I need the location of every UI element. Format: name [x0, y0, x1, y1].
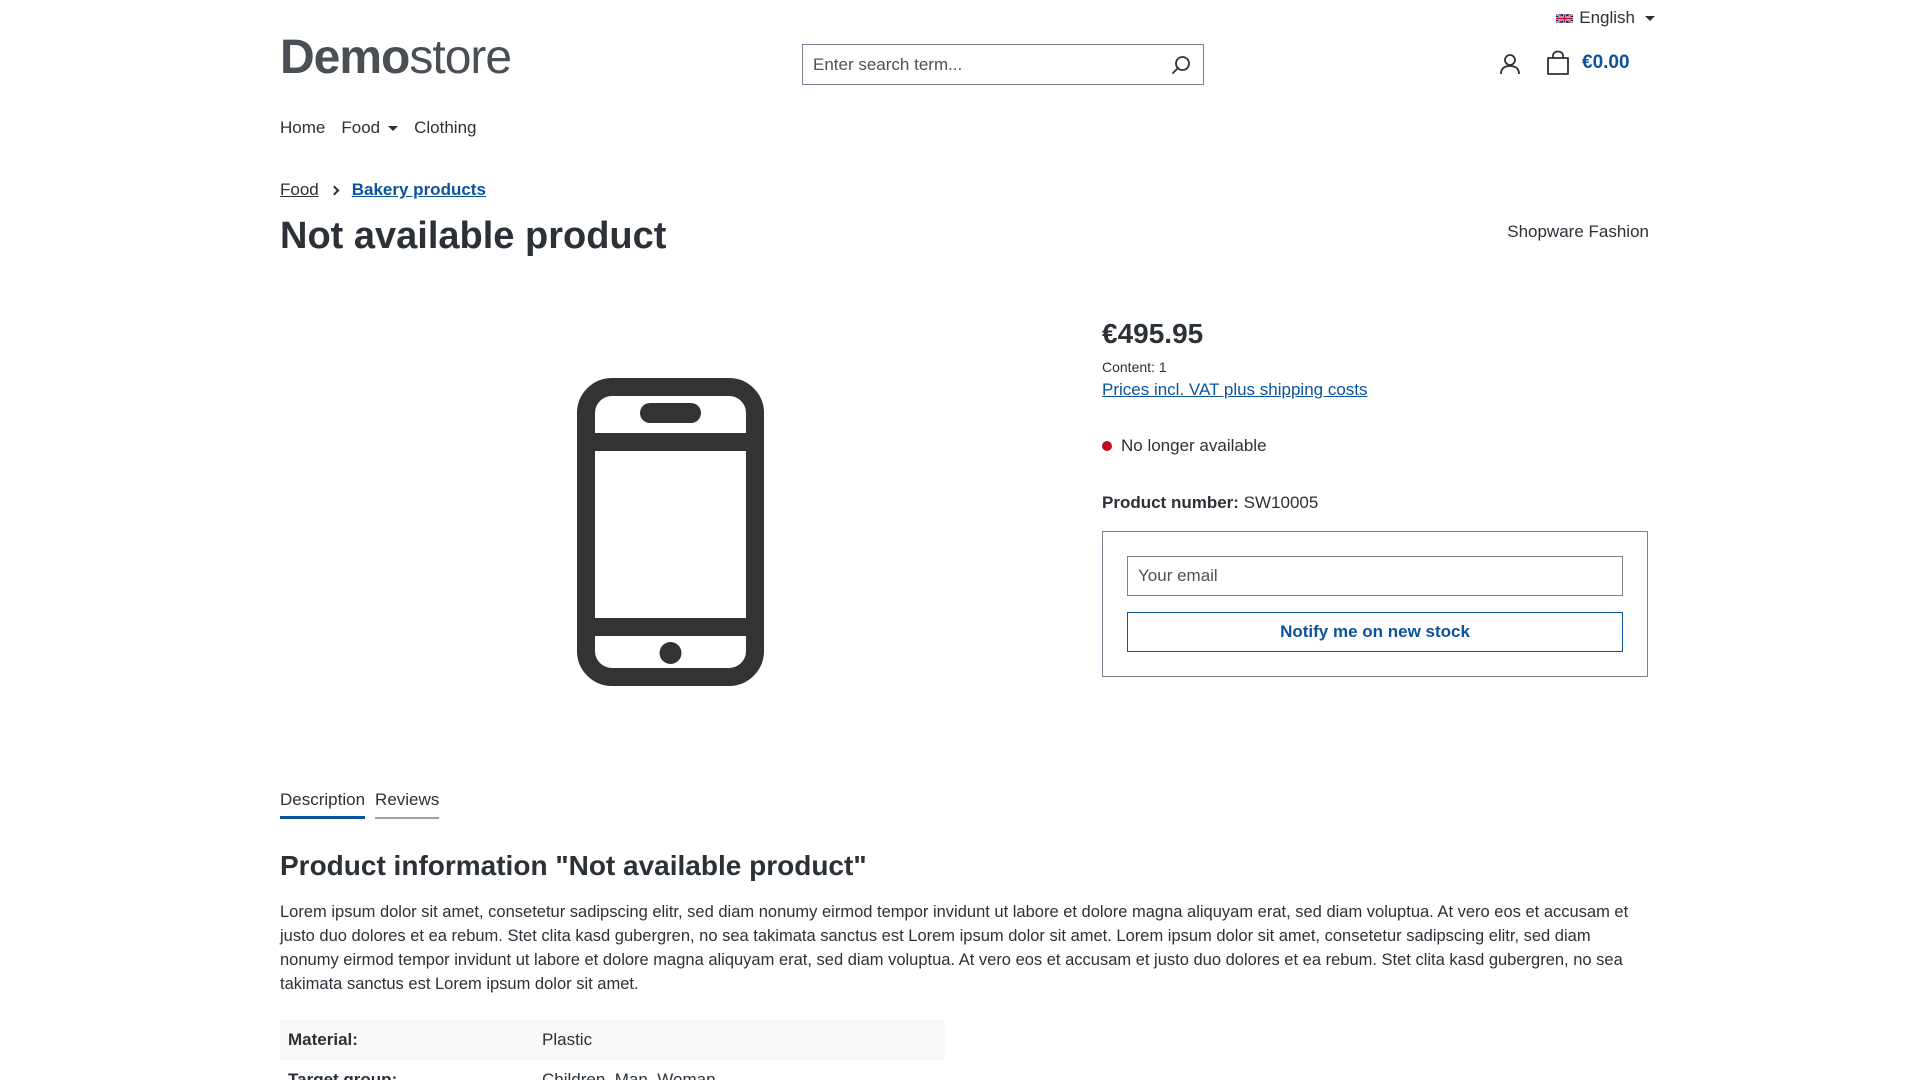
email-field[interactable] [1127, 556, 1623, 596]
account-button[interactable] [1498, 52, 1522, 76]
breadcrumb-item-food[interactable]: Food [280, 180, 319, 200]
product-tabs: Description Reviews [280, 790, 440, 819]
page-title: Not available product [280, 215, 667, 257]
nav-item-food[interactable]: Food [341, 118, 399, 138]
product-content: Content: 1 [1102, 359, 1167, 375]
product-number: Product number: SW10005 [1102, 493, 1318, 513]
search-icon [1172, 55, 1190, 74]
nav-item-label: Food [341, 118, 381, 137]
property-label: Target group: [288, 1070, 398, 1080]
availability-status: No longer available [1102, 436, 1267, 456]
main-navigation: Home Food Clothing [280, 118, 476, 138]
vat-shipping-link[interactable]: Prices incl. VAT plus shipping costs [1102, 380, 1368, 400]
status-dot-icon [1102, 441, 1112, 451]
uk-flag-icon [1556, 12, 1574, 24]
cart-button[interactable]: €0.00 [1546, 50, 1630, 76]
table-row: Target group: Children, Man, Woman [280, 1060, 945, 1080]
manufacturer-link[interactable]: Shopware Fashion [1507, 222, 1649, 242]
property-label: Material: [288, 1030, 358, 1049]
tab-reviews[interactable]: Reviews [375, 790, 440, 819]
user-icon [1500, 54, 1520, 75]
table-row: Material: Plastic [280, 1020, 945, 1060]
nav-item-label: Clothing [414, 118, 477, 137]
nav-item-clothing[interactable]: Clothing [414, 118, 476, 138]
search-input[interactable] [803, 45, 1159, 84]
property-value: Children, Man, Woman [542, 1070, 716, 1080]
product-number-label: Product number: [1102, 493, 1239, 512]
language-label: English [1579, 8, 1635, 27]
tab-description[interactable]: Description [280, 790, 366, 819]
product-image[interactable] [577, 378, 764, 686]
search-box [802, 44, 1204, 85]
breadcrumb: Food Bakery products [280, 180, 486, 200]
notify-button[interactable]: Notify me on new stock [1127, 612, 1623, 652]
language-switch[interactable]: English [1556, 8, 1655, 28]
product-description: Lorem ipsum dolor sit amet, consetetur s… [280, 903, 1629, 993]
caret-down-icon [1645, 15, 1655, 21]
cart-total: €0.00 [1582, 52, 1630, 73]
smartphone-icon [577, 378, 764, 686]
nav-item-home[interactable]: Home [280, 118, 325, 138]
properties-table: Material: Plastic Target group: Children… [280, 1020, 945, 1080]
breadcrumb-item-bakery-products[interactable]: Bakery products [352, 180, 486, 200]
availability-label: No longer available [1121, 436, 1267, 455]
search-button[interactable] [1159, 45, 1203, 84]
page: English Demostore €0.00 Home [0, 0, 1920, 1080]
chevron-right-icon [329, 185, 340, 195]
caret-down-icon [388, 125, 399, 131]
nav-item-label: Home [280, 118, 326, 137]
property-value: Plastic [542, 1030, 593, 1049]
logo-light-text: store [409, 31, 512, 84]
store-logo[interactable]: Demostore [280, 31, 512, 84]
product-number-value: SW10005 [1238, 493, 1319, 512]
product-info-heading: Product information "Not available produ… [280, 850, 867, 881]
logo-strong-text: Demo [280, 31, 410, 84]
shopping-bag-icon [1547, 50, 1569, 75]
notify-form: Notify me on new stock [1102, 531, 1648, 677]
product-price: €495.95 [1102, 318, 1204, 349]
